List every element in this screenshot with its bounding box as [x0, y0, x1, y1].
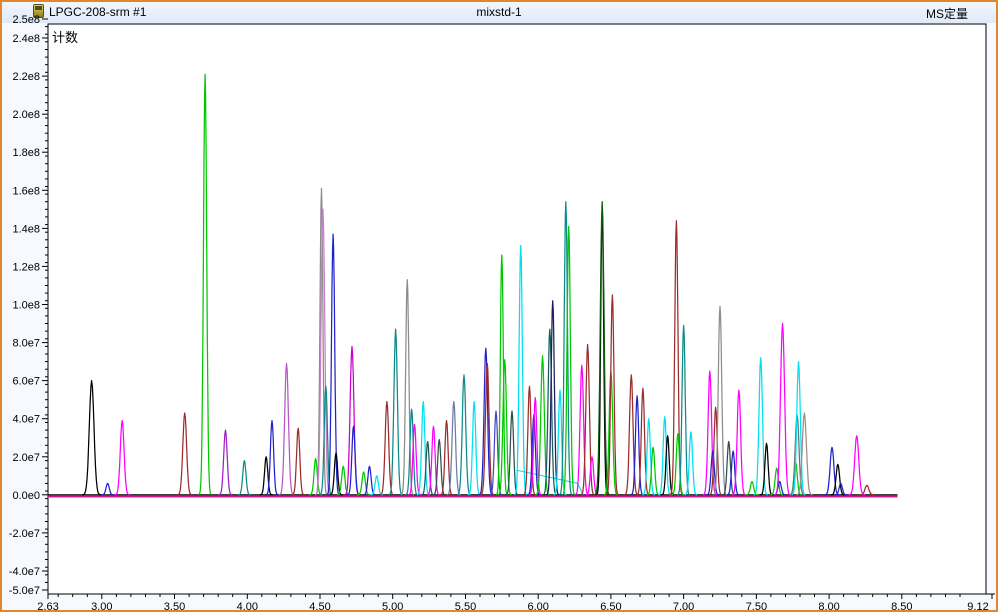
x-tick-label: 5.50 — [455, 601, 476, 612]
x-tick-label: 4.00 — [237, 601, 258, 612]
y-tick-label: 4.0e7 — [12, 414, 40, 426]
chromatogram-window: LPGC-208-srm #1 mixstd-1 MS定量 2.5e82.4e8… — [0, 0, 998, 612]
y-tick-label: -4.0e7 — [9, 566, 40, 578]
chromatogram-plot[interactable]: 2.5e8 2.4e8 2.2e8 2.0e8 1.8e8 1.6e8 1.4e8 1.2e8… — [2, 2, 998, 612]
y-tick-label: 0.0e0 — [12, 490, 40, 502]
y-tick-label: 6.0e7 — [12, 376, 40, 388]
x-tick-label: 8.50 — [891, 601, 912, 612]
y-tick-label: 8.0e7 — [12, 338, 40, 350]
y-tick-label: 2.5e8 — [12, 14, 40, 26]
x-tick-label: 3.00 — [91, 601, 112, 612]
y-tick-label: -5.0e7 — [9, 585, 40, 597]
y-tick-label: 1.0e8 — [12, 300, 40, 312]
y-tick-label: 2.0e8 — [12, 109, 40, 121]
x-tick-label: 4.50 — [309, 601, 330, 612]
x-tick-label: 7.50 — [746, 601, 767, 612]
y-tick-label: 1.4e8 — [12, 223, 40, 235]
y-axis-label: 计数 — [52, 27, 78, 46]
y-tick-label: 2.2e8 — [12, 71, 40, 83]
y-tick-label: -2.0e7 — [9, 528, 40, 540]
y-tick-label: 1.8e8 — [12, 147, 40, 159]
x-tick-label: 7.00 — [673, 601, 694, 612]
x-tick-label: 5.00 — [382, 601, 403, 612]
x-tick-label: 8.00 — [818, 601, 839, 612]
x-tick-label: 2.63 — [37, 601, 58, 612]
x-tick-label: 6.50 — [600, 601, 621, 612]
y-tick-label: 2.0e7 — [12, 452, 40, 464]
plot-frame — [48, 24, 986, 594]
y-tick-label: 1.2e8 — [12, 261, 40, 273]
x-tick-label: 9.12 — [967, 601, 988, 612]
y-tick-label: 1.6e8 — [12, 185, 40, 197]
y-tick-label: 2.4e8 — [12, 33, 40, 45]
x-tick-label: 6.00 — [527, 601, 548, 612]
x-tick-label: 3.50 — [164, 601, 185, 612]
